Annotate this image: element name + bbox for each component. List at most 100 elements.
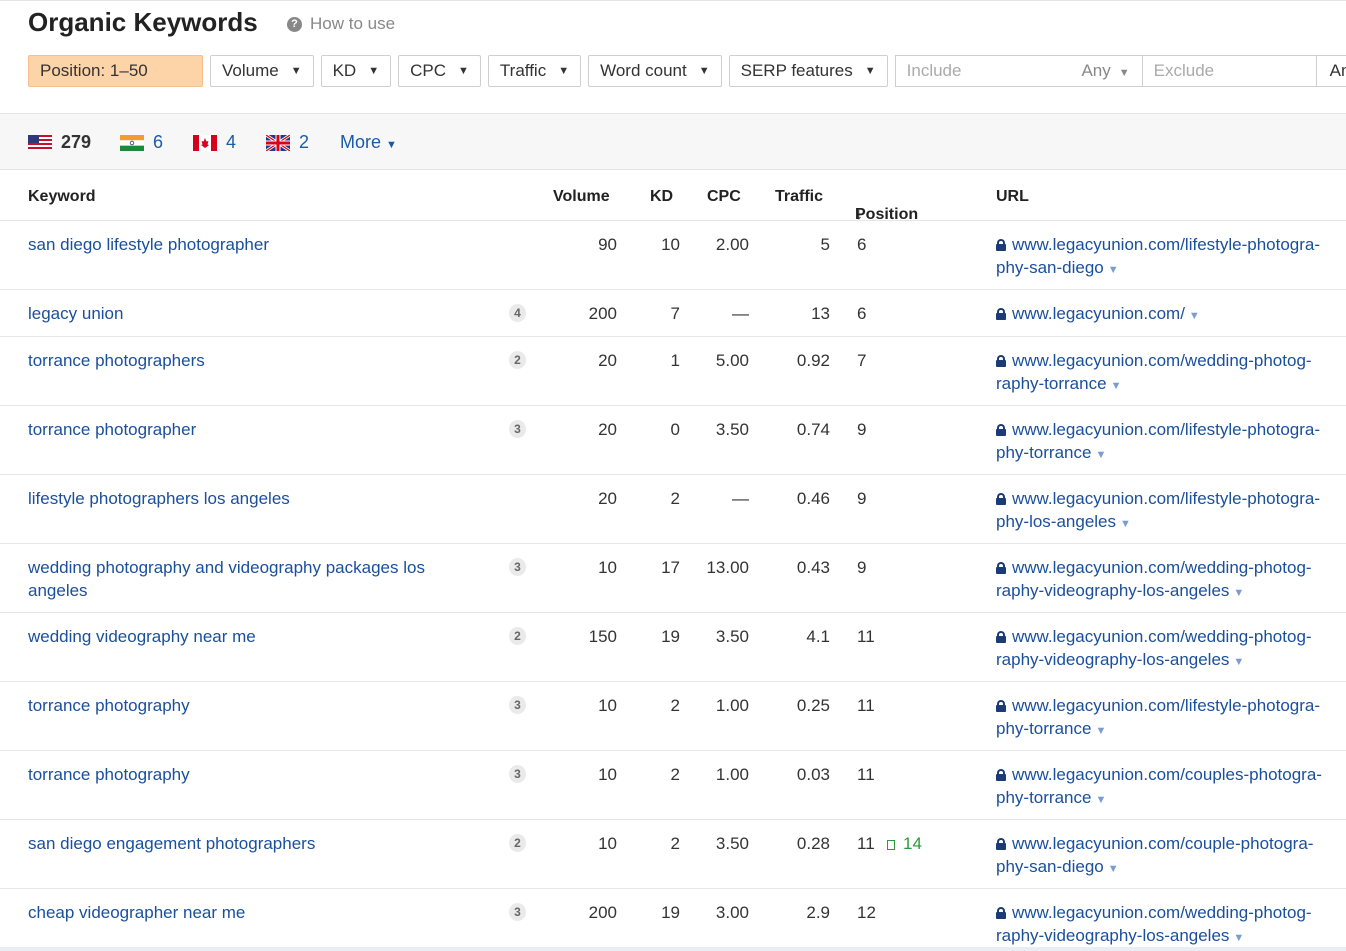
keyword-link[interactable]: cheap videographer near me xyxy=(28,901,448,924)
url-line-2: raphy-videography-los-angeles xyxy=(996,650,1230,669)
column-header-cpc[interactable]: CPC xyxy=(707,188,741,206)
serp-feature-count-badge[interactable]: 3 xyxy=(509,420,526,438)
volume-cell: 10 xyxy=(598,696,617,715)
lock-icon xyxy=(996,838,1006,850)
table-row: torrance photographer 3 20 0 3.50 0.74 9 www.le… xyxy=(0,406,1346,475)
cpc-cell: 2.00 xyxy=(715,235,749,254)
url-link[interactable]: www.legacyunion.com/lifestyle-photogra-p… xyxy=(996,487,1336,536)
country-gb-count: 2 xyxy=(299,132,310,152)
url-link[interactable]: www.legacyunion.com/couples-photogra-phy… xyxy=(996,763,1336,812)
serp-feature-count-badge[interactable]: 3 xyxy=(509,558,526,576)
url-link[interactable]: www.legacyunion.com/couple-photogra-phy-… xyxy=(996,832,1336,881)
country-us-count: 279 xyxy=(61,132,92,152)
lock-icon xyxy=(996,424,1006,436)
url-dropdown-icon[interactable]: ▼ xyxy=(1095,449,1106,461)
traffic-filter-button[interactable]: Traffic ▼ xyxy=(487,55,582,87)
kd-cell: 19 xyxy=(661,903,680,922)
url-link[interactable]: www.legacyunion.com/lifestyle-photogra-p… xyxy=(996,418,1336,467)
keyword-link[interactable]: lifestyle photographers los angeles xyxy=(28,487,448,510)
url-line-2: phy-torrance xyxy=(996,719,1092,738)
position-cell: 11 xyxy=(857,765,875,784)
position-cell: 6 xyxy=(857,235,867,254)
url-dropdown-icon[interactable]: ▼ xyxy=(1095,794,1106,806)
exclude-input[interactable]: Exclude xyxy=(1142,55,1317,87)
keyword-link[interactable]: torrance photographer xyxy=(28,418,448,441)
column-header-volume[interactable]: Volume xyxy=(553,188,610,206)
url-dropdown-icon[interactable]: ▼ xyxy=(1233,587,1244,599)
country-in[interactable]: 6 xyxy=(120,132,163,153)
url-dropdown-icon[interactable]: ▼ xyxy=(1108,264,1119,276)
ca-flag-icon xyxy=(193,134,217,151)
serp-features-filter-button[interactable]: SERP features ▼ xyxy=(728,55,888,87)
keyword-link[interactable]: wedding photography and videography pack… xyxy=(28,556,448,602)
position-cell: 7 xyxy=(857,351,867,370)
volume-filter-label: Volume xyxy=(222,61,279,80)
keyword-link[interactable]: torrance photography xyxy=(28,694,448,717)
serp-feature-count-badge[interactable]: 3 xyxy=(509,765,526,783)
serp-feature-count-badge[interactable]: 2 xyxy=(509,351,526,369)
volume-filter-button[interactable]: Volume ▼ xyxy=(210,55,314,87)
cpc-cell: 5.00 xyxy=(715,351,749,370)
column-header-kd[interactable]: KD xyxy=(650,188,673,206)
url-dropdown-icon[interactable]: ▼ xyxy=(1189,310,1200,322)
volume-cell: 20 xyxy=(598,489,617,508)
url-dropdown-icon[interactable]: ▼ xyxy=(1233,932,1244,944)
table-row: legacy union 4 200 7 — 13 6 www.legacyunion.com… xyxy=(0,290,1346,337)
cpc-filter-button[interactable]: CPC ▼ xyxy=(398,55,481,87)
country-ca-count: 4 xyxy=(226,132,237,152)
serp-feature-count-badge[interactable]: 2 xyxy=(509,627,526,645)
position-cell: 12 xyxy=(857,903,876,922)
url-line-1: www.legacyunion.com/couple-photogra- xyxy=(1012,834,1314,853)
keyword-link[interactable]: san diego lifestyle photographer xyxy=(28,233,448,256)
kd-filter-button[interactable]: KD ▼ xyxy=(320,55,392,87)
serp-feature-count-badge[interactable]: 2 xyxy=(509,834,526,852)
url-link[interactable]: www.legacyunion.com/wedding-photog-raphy… xyxy=(996,349,1336,398)
column-header-url[interactable]: URL xyxy=(996,188,1029,206)
keyword-link[interactable]: torrance photographers xyxy=(28,349,448,372)
url-dropdown-icon[interactable]: ▼ xyxy=(1233,656,1244,668)
keyword-link[interactable]: san diego engagement photographers xyxy=(28,832,448,855)
keyword-link[interactable]: torrance photography xyxy=(28,763,448,786)
country-gb[interactable]: 2 xyxy=(266,132,309,153)
caret-down-icon: ▼ xyxy=(458,65,469,77)
kd-cell: 2 xyxy=(670,696,680,715)
cpc-filter-label: CPC xyxy=(410,61,447,80)
column-header-traffic[interactable]: Traffic xyxy=(775,188,823,206)
url-link[interactable]: www.legacyunion.com/wedding-photog-raphy… xyxy=(996,625,1336,674)
serp-feature-count-badge[interactable]: 3 xyxy=(509,696,526,714)
url-dropdown-icon[interactable]: ▼ xyxy=(1108,863,1119,875)
lock-icon xyxy=(996,308,1006,320)
cpc-cell: 13.00 xyxy=(706,558,749,577)
more-countries-button[interactable]: More ▼ xyxy=(340,132,397,153)
url-link[interactable]: www.legacyunion.com/lifestyle-photogra-p… xyxy=(996,233,1336,282)
url-link[interactable]: www.legacyunion.com/wedding-photog-raphy… xyxy=(996,901,1336,950)
serp-feature-count-badge[interactable]: 3 xyxy=(509,903,526,921)
position-cell: 9 xyxy=(857,558,867,577)
cpc-cell: 3.50 xyxy=(715,834,749,853)
any-select[interactable]: Any ▼ xyxy=(1081,61,1129,81)
position-filter-button[interactable]: Position: 1–50 xyxy=(28,55,203,87)
cpc-cell: 3.00 xyxy=(715,903,749,922)
url-link[interactable]: www.legacyunion.com/lifestyle-photogra-p… xyxy=(996,694,1336,743)
how-to-use-link[interactable]: ? How to use xyxy=(287,14,395,34)
cpc-cell: 3.50 xyxy=(715,420,749,439)
url-link[interactable]: www.legacyunion.com/wedding-photog-raphy… xyxy=(996,556,1336,605)
column-header-keyword[interactable]: Keyword xyxy=(28,188,96,206)
kd-cell: 7 xyxy=(670,304,680,323)
url-link[interactable]: www.legacyunion.com/ ▼ xyxy=(996,302,1336,328)
traffic-cell: 0.28 xyxy=(796,834,830,853)
keyword-link[interactable]: legacy union xyxy=(28,302,448,325)
table-row: san diego lifestyle photographer 90 10 2.00… xyxy=(0,221,1346,290)
url-dropdown-icon[interactable]: ▼ xyxy=(1095,725,1106,737)
lock-icon xyxy=(996,769,1006,781)
an-filter-button[interactable]: An xyxy=(1316,55,1346,87)
include-input[interactable]: Include Any ▼ xyxy=(894,55,1143,87)
keyword-link[interactable]: wedding videography near me xyxy=(28,625,448,648)
url-dropdown-icon[interactable]: ▼ xyxy=(1120,518,1131,530)
serp-feature-count-badge[interactable]: 4 xyxy=(509,304,526,322)
word-count-filter-button[interactable]: Word count ▼ xyxy=(588,55,722,87)
horizontal-scrollbar[interactable] xyxy=(0,947,1346,951)
country-ca[interactable]: 4 xyxy=(193,132,236,153)
country-us[interactable]: 279 xyxy=(28,132,91,153)
url-dropdown-icon[interactable]: ▼ xyxy=(1111,380,1122,392)
